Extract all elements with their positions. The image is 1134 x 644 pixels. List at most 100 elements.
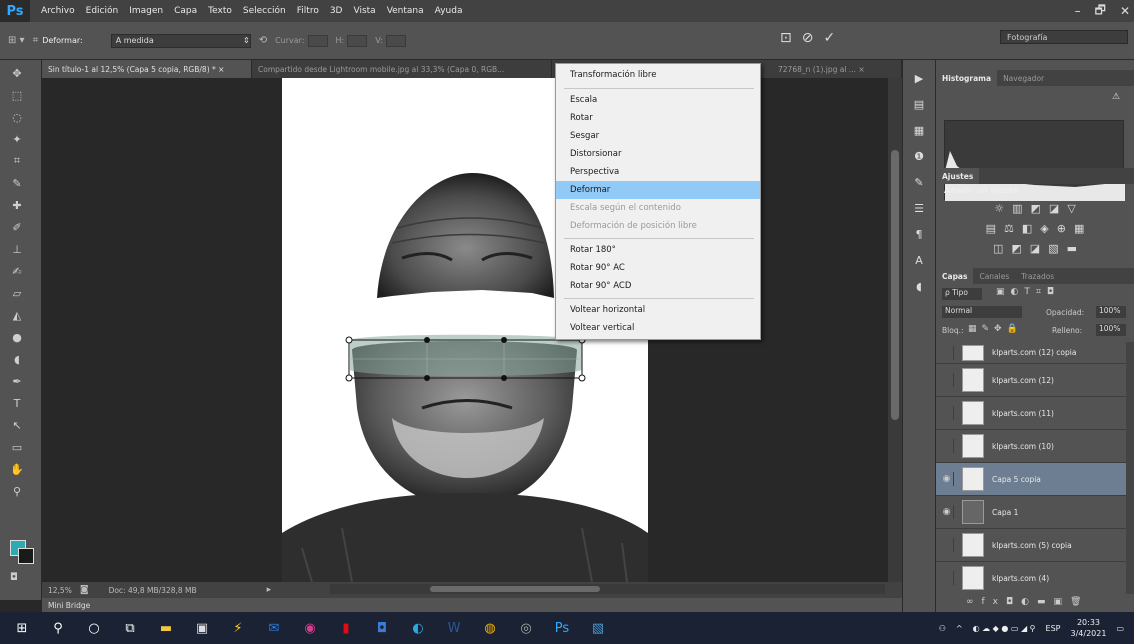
menu-item-warp[interactable]: Deformar: [556, 181, 760, 199]
curves-icon[interactable]: ◩: [1031, 202, 1041, 215]
people-icon[interactable]: ⚇: [939, 624, 946, 633]
layer-filter-select[interactable]: ρ Tipo: [942, 288, 982, 300]
messenger-icon[interactable]: ◘: [368, 612, 396, 644]
zoom-tool-icon[interactable]: ⚲: [8, 482, 26, 500]
menu-item-puppet-warp[interactable]: Deformación de posición libre: [556, 217, 760, 235]
menu-imagen[interactable]: Imagen: [129, 6, 163, 16]
layer-row[interactable]: klparts.com (4): [936, 562, 1126, 594]
layer-row-selected[interactable]: ◉ Capa 5 copia: [936, 463, 1126, 496]
dodge-tool-icon[interactable]: ◖: [8, 350, 26, 368]
history-brush-tool-icon[interactable]: ✍: [8, 262, 26, 280]
photo-filter-icon[interactable]: ◈: [1040, 222, 1048, 235]
photoshop-taskbar-icon[interactable]: Ps: [548, 612, 576, 644]
visibility-toggle[interactable]: [940, 373, 954, 387]
healing-brush-tool-icon[interactable]: ✚: [8, 196, 26, 214]
h-field[interactable]: [347, 34, 368, 47]
brightness-icon[interactable]: ☼: [994, 202, 1004, 215]
visibility-toggle[interactable]: [940, 571, 954, 585]
file-explorer-icon[interactable]: ▬: [152, 612, 180, 644]
notifications-icon[interactable]: ▭: [1116, 624, 1124, 633]
visibility-toggle[interactable]: [940, 345, 954, 360]
layer-row[interactable]: klparts.com (12) copia: [936, 342, 1126, 364]
marquee-tool-icon[interactable]: ⬚: [8, 86, 26, 104]
vibrance-icon[interactable]: ▽: [1067, 202, 1075, 215]
tray-chevron-icon[interactable]: ^: [956, 624, 963, 633]
menu-item-flip-horizontal[interactable]: Voltear horizontal: [556, 301, 760, 319]
bend-field[interactable]: [307, 34, 328, 47]
doc-tab-lightroom[interactable]: Compartido desde Lightroom mobile.jpg al…: [252, 60, 552, 78]
cancel-transform-icon[interactable]: ⊘: [802, 30, 814, 46]
eraser-tool-icon[interactable]: ▱: [8, 284, 26, 302]
tab-histogram[interactable]: Histograma: [936, 70, 998, 86]
menu-item-scale[interactable]: Escala: [556, 91, 760, 109]
crop-tool-icon[interactable]: ⌗: [8, 152, 26, 170]
menu-item-free-transform[interactable]: Transformación libre: [556, 66, 760, 84]
blur-tool-icon[interactable]: ●: [8, 328, 26, 346]
move-tool-icon[interactable]: ✥: [8, 64, 26, 82]
opacity-field[interactable]: 100%: [1096, 306, 1126, 318]
selective-color-icon[interactable]: ▬: [1067, 242, 1077, 255]
brush-tool-icon[interactable]: ✐: [8, 218, 26, 236]
menu-ventana[interactable]: Ventana: [387, 6, 424, 16]
blend-mode-select[interactable]: Normal: [942, 306, 1022, 318]
horizontal-scrollbar[interactable]: [330, 584, 885, 594]
menu-item-skew[interactable]: Sesgar: [556, 127, 760, 145]
eye-icon[interactable]: ◉: [940, 505, 954, 519]
color-lookup-icon[interactable]: ▦: [1074, 222, 1084, 235]
clock[interactable]: 20:33 3/4/2021: [1071, 617, 1107, 639]
black-white-icon[interactable]: ◧: [1022, 222, 1032, 235]
layers-scrollbar[interactable]: [1126, 342, 1134, 594]
canvas-area[interactable]: [42, 78, 902, 582]
tab-navigator[interactable]: Navegador: [997, 70, 1050, 86]
menu-item-rotate-90-cw[interactable]: Rotar 90° AC: [556, 259, 760, 277]
clone-stamp-tool-icon[interactable]: ⊥: [8, 240, 26, 258]
word-icon[interactable]: W: [440, 612, 468, 644]
workspace-select[interactable]: Fotografía: [1000, 30, 1128, 44]
posterize-icon[interactable]: ◩: [1011, 242, 1021, 255]
edge-icon[interactable]: ◐: [404, 612, 432, 644]
tab-trazados[interactable]: Trazados: [1015, 268, 1060, 284]
minimize-button[interactable]: –: [1075, 4, 1081, 18]
doc-tab-active[interactable]: Sin título-1 al 12,5% (Capa 5 copia, RGB…: [42, 60, 252, 78]
exposure-icon[interactable]: ◪: [1049, 202, 1059, 215]
threshold-icon[interactable]: ◪: [1030, 242, 1040, 255]
tab-capas[interactable]: Capas: [936, 268, 974, 284]
play-icon[interactable]: ▶: [911, 70, 927, 86]
magic-wand-tool-icon[interactable]: ✦: [8, 130, 26, 148]
layer-row[interactable]: klparts.com (10): [936, 430, 1126, 463]
winamp-icon[interactable]: ⚡: [224, 612, 252, 644]
background-color-swatch[interactable]: [18, 548, 34, 564]
mail-icon[interactable]: ✉: [260, 612, 288, 644]
menu-item-content-aware-scale[interactable]: Escala según el contenido: [556, 199, 760, 217]
tab-ajustes[interactable]: Ajustes: [936, 168, 980, 184]
cortana-icon[interactable]: ○: [80, 612, 108, 644]
visibility-toggle[interactable]: [940, 406, 954, 420]
layer-row[interactable]: ◉ Capa 1: [936, 496, 1126, 529]
menu-3d[interactable]: 3D: [330, 6, 343, 16]
task-view-icon[interactable]: ⧉: [116, 612, 144, 644]
paragraph-icon[interactable]: ¶: [911, 226, 927, 242]
fill-field[interactable]: 100%: [1096, 324, 1126, 336]
menu-ayuda[interactable]: Ayuda: [435, 6, 463, 16]
search-icon[interactable]: ⚲: [44, 612, 72, 644]
v-field[interactable]: [385, 34, 406, 47]
netflix-icon[interactable]: ▮: [332, 612, 360, 644]
menu-vista[interactable]: Vista: [353, 6, 375, 16]
path-selection-tool-icon[interactable]: ↖: [8, 416, 26, 434]
zoom-level[interactable]: 12,5%: [48, 586, 72, 595]
hand-tool-icon[interactable]: ✋: [8, 460, 26, 478]
menu-item-flip-vertical[interactable]: Voltear vertical: [556, 319, 760, 337]
menu-filtro[interactable]: Filtro: [297, 6, 319, 16]
layer-row[interactable]: klparts.com (5) copia: [936, 529, 1126, 562]
channel-mixer-icon[interactable]: ⊕: [1057, 222, 1066, 235]
doc-tab-other[interactable]: 72768_n (1).jpg al ... ×: [772, 60, 902, 78]
commit-transform-icon[interactable]: ✓: [823, 30, 835, 46]
menu-item-rotate-90-ccw[interactable]: Rotar 90° ACD: [556, 277, 760, 295]
visibility-toggle[interactable]: [940, 538, 954, 552]
color-balance-icon[interactable]: ⚖: [1004, 222, 1014, 235]
layer-row[interactable]: klparts.com (12): [936, 364, 1126, 397]
store-icon[interactable]: ▣: [188, 612, 216, 644]
photos-icon[interactable]: ▧: [584, 612, 612, 644]
info-icon[interactable]: ❶: [911, 148, 927, 164]
menu-edicion[interactable]: Edición: [86, 6, 119, 16]
